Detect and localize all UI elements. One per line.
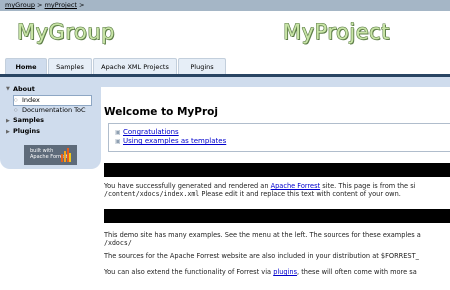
bullet-icon: ○ bbox=[14, 107, 18, 112]
breadcrumb-link-mygroup[interactable]: myGroup bbox=[5, 1, 35, 9]
paragraph-text: Please edit it and replace this text wit… bbox=[199, 190, 401, 198]
breadcrumb-separator: > bbox=[34, 1, 45, 9]
menu-heading-plugins[interactable]: Plugins bbox=[13, 127, 40, 135]
menu-item-documentation-toc[interactable]: Documentation ToC bbox=[22, 106, 86, 114]
paragraph-3: The sources for the Apache Forrest websi… bbox=[104, 252, 419, 260]
paragraph-4: You can also extend the functionality of… bbox=[104, 268, 450, 276]
bullet-icon: ○ bbox=[14, 97, 18, 102]
tab-apache-xml-projects[interactable]: Apache XML Projects bbox=[93, 58, 177, 75]
section-heading-bar bbox=[104, 209, 450, 223]
code-path: /content/xdocs/index.xml bbox=[104, 190, 200, 198]
menu-item-index[interactable]: Index bbox=[22, 96, 40, 104]
breadcrumb-separator: > bbox=[76, 1, 85, 9]
forrest-flame-icon bbox=[61, 148, 71, 162]
project-logo[interactable]: MyProject bbox=[283, 20, 390, 44]
toc-bullet-icon: ▣ bbox=[115, 129, 121, 136]
page-title: Welcome to MyProj bbox=[104, 106, 218, 118]
built-with-forrest-badge[interactable]: built with Apache Forrest bbox=[24, 145, 77, 165]
paragraph-2-line-1: This demo site has many examples. See th… bbox=[104, 231, 421, 239]
menu-heading-samples[interactable]: Samples bbox=[13, 116, 44, 124]
paragraph-text: You have successfully generated and rend… bbox=[104, 182, 271, 190]
page-toc: ▣ Congratulations ▣ Using examples as te… bbox=[108, 123, 450, 152]
toc-link-using-examples[interactable]: Using examples as templates bbox=[123, 137, 226, 145]
collapse-arrow-icon: ▶ bbox=[6, 118, 10, 124]
section-heading-bar bbox=[104, 163, 450, 177]
toc-bullet-icon: ▣ bbox=[115, 138, 121, 145]
menu-heading-about[interactable]: About bbox=[13, 85, 35, 93]
paragraph-2-line-2: /xdocs/ bbox=[104, 239, 132, 247]
plugins-link[interactable]: plugins bbox=[273, 268, 297, 276]
group-logo[interactable]: MyGroup bbox=[17, 20, 115, 44]
tab-home[interactable]: Home bbox=[5, 58, 47, 75]
paragraph-1-line-2: /content/xdocs/index.xml Please edit it … bbox=[104, 190, 450, 198]
tab-bar: Home Samples Apache XML Projects Plugins bbox=[0, 55, 450, 75]
expand-arrow-icon: ▼ bbox=[6, 86, 10, 92]
paragraph-text: site. This page is from the si bbox=[320, 182, 416, 190]
paragraph-1-line-1: You have successfully generated and rend… bbox=[104, 182, 450, 190]
tab-samples[interactable]: Samples bbox=[48, 58, 92, 75]
collapse-arrow-icon: ▶ bbox=[6, 129, 10, 135]
tab-plugins[interactable]: Plugins bbox=[178, 58, 226, 75]
breadcrumb: myGroup > myProject > bbox=[5, 0, 85, 11]
breadcrumb-link-myproject[interactable]: myProject bbox=[45, 1, 77, 9]
paragraph-text: , these will often come with more sa bbox=[297, 268, 417, 276]
toc-link-congratulations[interactable]: Congratulations bbox=[123, 128, 179, 136]
apache-forrest-link[interactable]: Apache Forrest bbox=[271, 182, 321, 190]
paragraph-text: You can also extend the functionality of… bbox=[104, 268, 274, 276]
